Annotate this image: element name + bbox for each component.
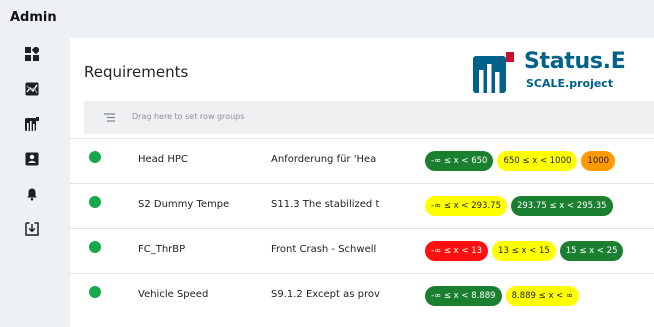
- logo-name: Status.E: [524, 49, 626, 74]
- table-row[interactable]: FC_ThrBP Front Crash - Schwell -∞ ≤ x < 13…: [70, 228, 654, 269]
- logo-subtitle: SCALE.project: [526, 77, 614, 90]
- requirement-description: S9.1.2 Except as prov: [271, 289, 380, 300]
- row-group-drop-zone[interactable]: Drag here to set row groups: [84, 101, 654, 134]
- requirement-description: Anforderung für 'Hea: [271, 154, 377, 165]
- threshold-chip-yellow[interactable]: 8.889 ≤ x < ∞: [505, 286, 580, 306]
- requirement-description: Front Crash - Schwell: [271, 244, 377, 255]
- threshold-chips: -∞ ≤ x < 293.75 293.75 ≤ x < 295.35: [425, 196, 617, 216]
- table-row[interactable]: Head HPC Anforderung für 'Hea -∞ ≤ x < 650…: [70, 138, 654, 179]
- threshold-chip-orange[interactable]: 1000: [581, 151, 616, 171]
- row-groups-icon: [104, 112, 115, 123]
- threshold-chip-red[interactable]: -∞ ≤ x < 13: [425, 241, 489, 261]
- threshold-chip-yellow[interactable]: -∞ ≤ x < 293.75: [425, 196, 507, 216]
- top-bar: Admin: [0, 0, 654, 38]
- requirement-name: FC_ThrBP: [138, 244, 186, 255]
- threshold-chip-green[interactable]: -∞ ≤ x < 650: [425, 151, 494, 171]
- status-indicator: [89, 196, 101, 208]
- page-title: Requirements: [84, 63, 189, 81]
- requirement-name: S2 Dummy Tempe: [138, 199, 230, 210]
- status-indicator: [89, 151, 101, 163]
- table-row[interactable]: Vehicle Speed S9.1.2 Except as prov -∞ ≤ x…: [70, 273, 654, 314]
- app-title: Admin: [10, 10, 57, 25]
- threshold-chip-green[interactable]: 293.75 ≤ x < 295.35: [510, 196, 613, 216]
- contact-card-icon[interactable]: [25, 152, 39, 166]
- dashboard-icon[interactable]: [25, 47, 39, 61]
- threshold-chip-yellow[interactable]: 650 ≤ x < 1000: [497, 151, 578, 171]
- status-logo-icon[interactable]: [25, 117, 39, 131]
- status-indicator: [89, 241, 101, 253]
- sidebar: [0, 38, 70, 327]
- row-group-placeholder: Drag here to set row groups: [132, 112, 245, 121]
- requirement-name: Head HPC: [138, 154, 188, 165]
- threshold-chips: -∞ ≤ x < 8.889 8.889 ≤ x < ∞: [425, 286, 583, 306]
- requirement-name: Vehicle Speed: [138, 289, 209, 300]
- requirements-panel: Requirements Status.E SCALE.project Drag…: [70, 38, 654, 327]
- status-indicator: [89, 286, 101, 298]
- threshold-chips: -∞ ≤ x < 650 650 ≤ x < 1000 1000: [425, 151, 619, 171]
- bell-icon[interactable]: [25, 187, 39, 201]
- threshold-chip-green[interactable]: -∞ ≤ x < 8.889: [425, 286, 502, 306]
- threshold-chip-green[interactable]: 15 ≤ x < 25: [559, 241, 624, 261]
- status-e-logo: Status.E SCALE.project: [473, 47, 654, 97]
- status-e-logo-mark-icon: [473, 52, 514, 93]
- requirement-description: S11.3 The stabilized t: [271, 199, 380, 210]
- download-icon[interactable]: [25, 222, 39, 236]
- chart-icon[interactable]: [25, 82, 39, 96]
- threshold-chips: -∞ ≤ x < 13 13 ≤ x < 15 15 ≤ x < 25: [425, 241, 627, 261]
- table-row[interactable]: S2 Dummy Tempe S11.3 The stabilized t -∞ ≤…: [70, 183, 654, 224]
- threshold-chip-yellow[interactable]: 13 ≤ x < 15: [492, 241, 556, 261]
